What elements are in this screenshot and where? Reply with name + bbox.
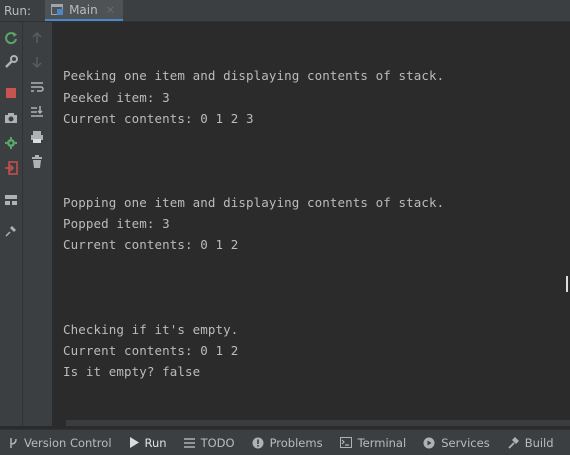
console-line: Popping one item and displaying contents…	[63, 195, 445, 210]
problems-icon	[252, 437, 264, 449]
console-line: Peeked item: 3	[63, 90, 170, 105]
build-label: Build	[524, 435, 554, 450]
services-icon	[423, 437, 435, 449]
services-label: Services	[441, 435, 490, 450]
version-control-button[interactable]: Version Control	[8, 436, 112, 450]
tool-window-bar: Version Control Run TODO Problems Termin…	[0, 429, 570, 455]
list-icon	[183, 437, 195, 448]
run-label-bottom: Run	[144, 435, 167, 450]
layout-icon[interactable]	[3, 192, 19, 208]
wrench-icon[interactable]	[3, 54, 19, 70]
services-button[interactable]: Services	[423, 436, 490, 450]
hammer-icon	[507, 436, 519, 449]
close-icon[interactable]: ×	[106, 3, 115, 16]
build-button[interactable]: Build	[507, 436, 554, 450]
up-arrow-icon[interactable]	[29, 30, 45, 46]
console-line: Current contents: 0 1 2	[63, 237, 239, 252]
run-tool-window-header: Run: Main ×	[0, 0, 570, 22]
pin-icon[interactable]	[3, 223, 19, 239]
soft-wrap-icon[interactable]	[29, 79, 45, 95]
down-arrow-icon[interactable]	[29, 54, 45, 70]
problems-label: Problems	[269, 435, 323, 450]
version-control-label: Version Control	[24, 435, 112, 450]
horizontal-scrollbar[interactable]	[66, 420, 570, 426]
console-line: Checking if it's empty.	[63, 322, 239, 337]
print-icon[interactable]	[29, 129, 45, 145]
tab-main[interactable]: Main ×	[45, 0, 123, 21]
text-cursor-icon	[566, 276, 568, 292]
terminal-label: Terminal	[357, 435, 407, 450]
console-line: Peeking one item and displaying contents…	[63, 68, 445, 83]
tab-label: Main	[69, 2, 98, 17]
console-output[interactable]: Peeking one item and displaying contents…	[53, 22, 570, 426]
scroll-to-end-icon[interactable]	[29, 104, 45, 120]
rerun-icon[interactable]	[3, 30, 19, 46]
console-actions-toolbar	[23, 22, 53, 426]
stop-icon[interactable]	[3, 85, 19, 101]
application-icon	[51, 3, 64, 16]
console-line: Current contents: 0 1 2	[63, 343, 239, 358]
problems-button[interactable]: Problems	[252, 436, 323, 450]
camera-icon[interactable]	[3, 110, 19, 126]
exit-icon[interactable]	[3, 160, 19, 176]
trash-icon[interactable]	[29, 154, 45, 170]
run-button[interactable]: Run	[129, 436, 167, 450]
todo-label: TODO	[200, 435, 235, 450]
console-line: Current contents: 0 1 2 3	[63, 111, 254, 126]
todo-button[interactable]: TODO	[183, 435, 235, 450]
run-label: Run:	[4, 3, 32, 18]
run-actions-toolbar	[0, 22, 23, 426]
settings-bug-icon[interactable]	[3, 135, 19, 151]
console-line: Popped item: 3	[63, 216, 170, 231]
branch-icon	[8, 437, 18, 449]
terminal-button[interactable]: Terminal	[339, 435, 407, 450]
terminal-icon	[339, 437, 352, 448]
play-icon	[129, 437, 139, 448]
console-line: Is it empty? false	[63, 364, 201, 379]
